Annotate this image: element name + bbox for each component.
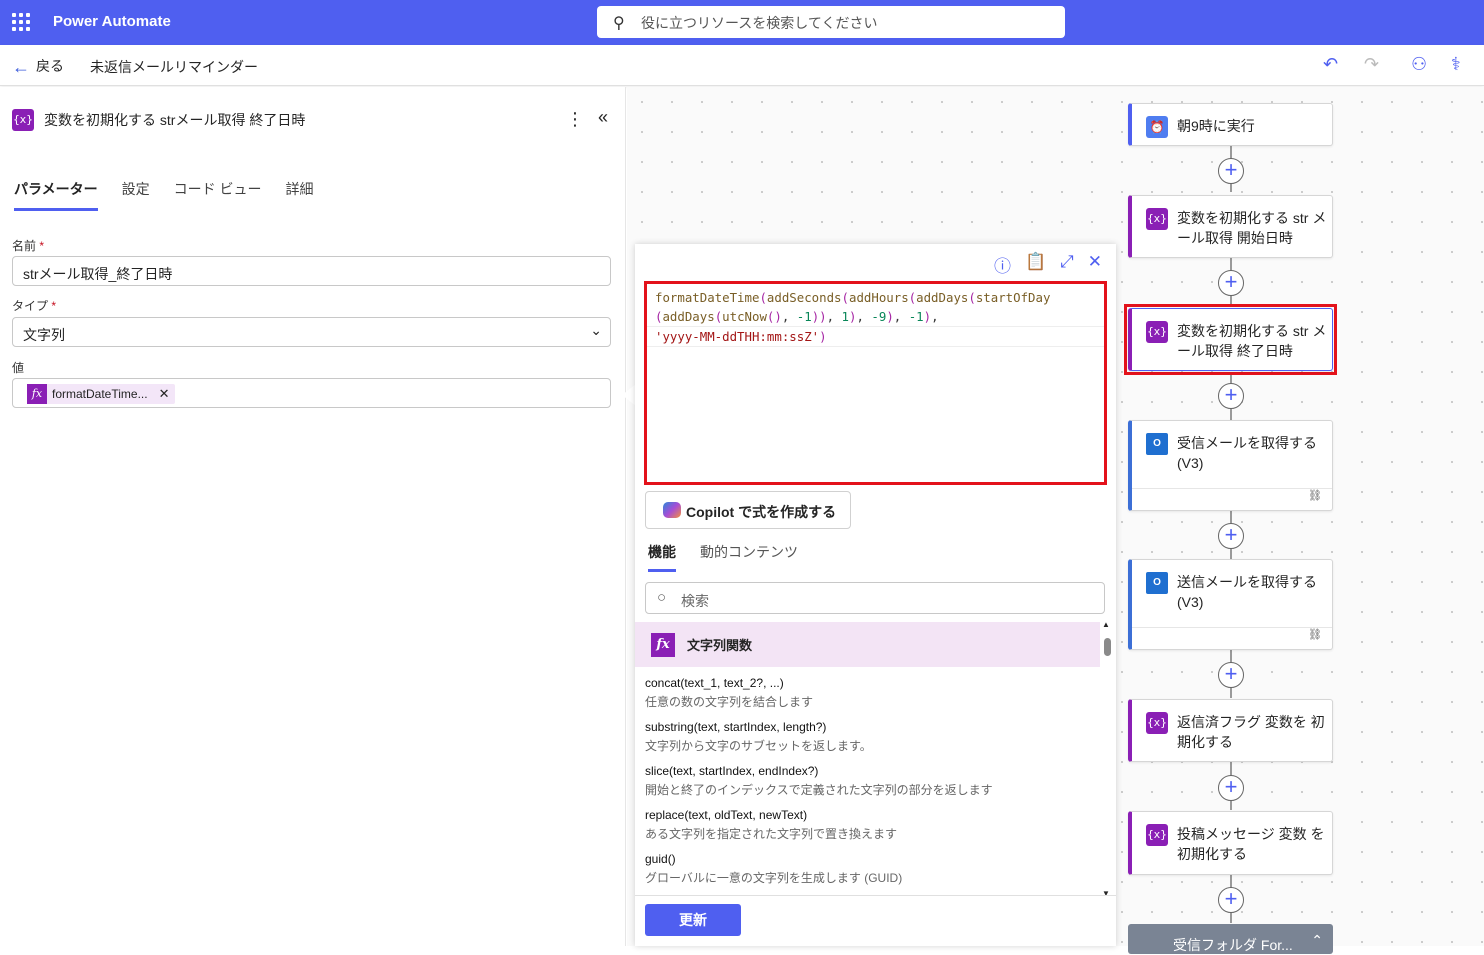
variable-icon: {x} (12, 109, 34, 131)
app-launcher-icon[interactable] (12, 13, 30, 31)
add-step-button[interactable]: + (1218, 523, 1244, 549)
search-icon: ⚲ (613, 15, 625, 32)
flow-step[interactable]: O 送信メールを取得する (V3) ⛓ (1128, 559, 1333, 650)
add-step-button[interactable]: + (1218, 270, 1244, 296)
search-icon: ○ (657, 589, 667, 606)
variable-icon: {x} (1146, 208, 1168, 230)
fx-icon: fx (27, 384, 47, 404)
clock-icon: ⏰ (1146, 116, 1168, 138)
outlook-icon: O (1146, 433, 1168, 455)
flow-step[interactable]: {x} 投稿メッセージ 変数 を初期化する (1128, 811, 1333, 875)
info-icon[interactable]: ⓘ (994, 252, 1011, 277)
variable-icon: {x} (1146, 321, 1168, 343)
variable-icon: {x} (1146, 712, 1168, 734)
tab-dynamic-content[interactable]: 動的コンテンツ (700, 542, 798, 572)
connection-link-icon: ⛓ (1132, 488, 1332, 510)
tab-details[interactable]: 詳細 (285, 179, 313, 211)
flow-step-foreach[interactable]: 受信フォルダ For... ⌃ (1128, 924, 1333, 954)
function-item[interactable]: concat(text_1, text_2?, ...) 任意の数の文字列を結合し… (645, 676, 813, 710)
scrollbar[interactable]: ▲ ▼ (1102, 620, 1112, 898)
flow-step[interactable]: {x} 返信済フラグ 変数を 初期化する (1128, 699, 1333, 762)
expression-input[interactable]: formatDateTime(addSeconds(addHours(addDa… (644, 281, 1107, 485)
copilot-create-expression-button[interactable]: Copilot で式を作成する (645, 491, 851, 529)
remove-token-icon[interactable]: ✕ (159, 386, 170, 402)
tab-code-view[interactable]: コード ビュー (174, 179, 262, 211)
paste-icon[interactable]: 📋 (1025, 252, 1046, 277)
flow-checker-icon[interactable]: ⚕ (1451, 54, 1461, 75)
value-label: 値 (12, 361, 25, 375)
function-search-input[interactable]: ○ 検索 (645, 582, 1105, 614)
close-icon[interactable]: ✕ (1088, 252, 1102, 277)
variable-icon: {x} (1146, 824, 1168, 846)
function-item[interactable]: replace(text, oldText, newText) ある文字列を指定さ… (645, 808, 897, 842)
expression-editor-popup: ⓘ 📋 ⤢ ✕ formatDateTime(addSeconds(addHou… (635, 244, 1116, 946)
copilot-icon (663, 502, 681, 518)
name-field[interactable]: strメール取得_終了日時 (12, 256, 611, 286)
collapse-icon[interactable]: « (598, 107, 608, 128)
function-item[interactable]: substring(text, startIndex, length?) 文字列か… (645, 720, 872, 754)
add-step-button[interactable]: + (1218, 887, 1244, 913)
chevron-down-icon: ⌄ (590, 322, 602, 338)
flow-step-trigger[interactable]: ⏰ 朝9時に実行 (1128, 103, 1333, 146)
flow-step-selected[interactable]: {x} 変数を初期化する str メール取得 終了日時 (1128, 308, 1333, 371)
add-step-button[interactable]: + (1218, 383, 1244, 409)
flow-name: 未返信メールリマインダー (90, 59, 258, 75)
expression-token[interactable]: fx formatDateTime... ✕ (27, 384, 176, 404)
fx-icon: fx (651, 632, 675, 657)
panel-title: 変数を初期化する strメール取得 終了日時 (44, 112, 306, 128)
chevron-up-icon[interactable]: ⌃ (1311, 932, 1323, 949)
expand-icon[interactable]: ⤢ (1060, 252, 1074, 277)
app-title[interactable]: Power Automate (53, 13, 171, 30)
more-options-icon[interactable]: ⋮ (566, 109, 584, 130)
parameters-panel: {x} 変数を初期化する strメール取得 終了日時 ⋮ « パラメーター 設定 … (0, 87, 626, 946)
value-field[interactable]: fx formatDateTime... ✕ (12, 378, 611, 408)
function-item[interactable]: slice(text, startIndex, endIndex?) 開始と終了の… (645, 764, 993, 798)
undo-icon[interactable]: ↶ (1323, 54, 1338, 75)
type-label: タイプ * (12, 299, 57, 313)
search-input[interactable]: ⚲ 役に立つリソースを検索してください (597, 6, 1065, 38)
add-step-button[interactable]: + (1218, 158, 1244, 184)
tab-functions[interactable]: 機能 (648, 542, 676, 572)
category-string-functions[interactable]: fx 文字列関数 (635, 622, 1100, 667)
type-select[interactable]: 文字列 ⌄ (12, 317, 611, 347)
back-button[interactable]: ← 戻る (12, 56, 64, 78)
flow-step[interactable]: {x} 変数を初期化する str メール取得 開始日時 (1128, 195, 1333, 258)
arrow-left-icon: ← (12, 57, 30, 77)
function-item[interactable]: guid() グローバルに一意の文字列を生成します (GUID) (645, 852, 902, 886)
copilot-chat-icon[interactable]: ⚇ (1411, 54, 1427, 75)
connection-link-icon: ⛓ (1132, 627, 1332, 649)
flow-step[interactable]: O 受信メールを取得する (V3) ⛓ (1128, 420, 1333, 511)
add-step-button[interactable]: + (1218, 775, 1244, 801)
name-label: 名前 * (12, 239, 45, 253)
top-bar: Power Automate ⚲ 役に立つリソースを検索してください (0, 0, 1484, 45)
outlook-icon: O (1146, 572, 1168, 594)
add-step-button[interactable]: + (1218, 662, 1244, 688)
update-button[interactable]: 更新 (645, 904, 741, 936)
sub-header: ← 戻る 未返信メールリマインダー ↶ ↷ ⚇ ⚕ (0, 45, 1484, 86)
redo-icon[interactable]: ↷ (1364, 54, 1379, 75)
tab-settings[interactable]: 設定 (122, 179, 150, 211)
tab-parameters[interactable]: パラメーター (14, 179, 98, 211)
